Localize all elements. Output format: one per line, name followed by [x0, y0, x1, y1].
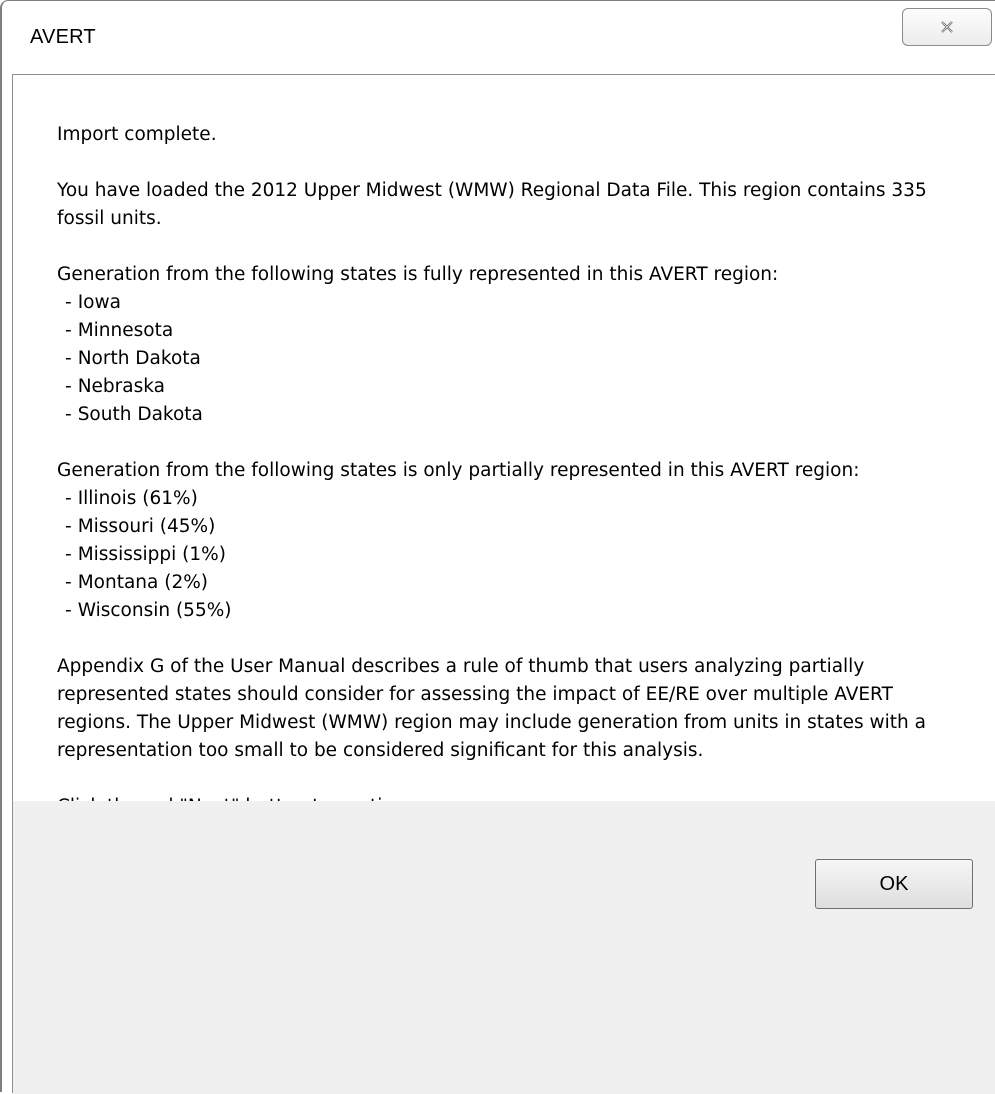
button-bar: OK	[13, 801, 995, 1094]
partial-states-heading: Generation from the following states is …	[57, 460, 860, 481]
title-bar[interactable]: AVERT	[4, 2, 995, 74]
list-item: - Illinois (61%)	[65, 488, 198, 509]
full-states-list: - Iowa - Minnesota - North Dakota - Nebraska…	[57, 289, 937, 429]
list-item: - North Dakota	[65, 348, 201, 369]
loaded-text: You have loaded the 2012 Upper Midwest (…	[57, 180, 927, 229]
window-title: AVERT	[30, 26, 96, 48]
list-item: - Montana (2%)	[65, 572, 209, 593]
list-item: - Iowa	[65, 292, 121, 313]
full-states-heading: Generation from the following states is …	[57, 264, 779, 285]
dialog-client-area: Import complete. You have loaded the 201…	[12, 74, 995, 1094]
list-item: - Minnesota	[65, 320, 174, 341]
close-button[interactable]	[902, 8, 992, 46]
status-text: Import complete.	[57, 124, 217, 145]
list-item: - South Dakota	[65, 404, 203, 425]
ok-button[interactable]: OK	[815, 859, 973, 909]
message-dialog: AVERT Import complete. You have loaded t…	[0, 0, 995, 1094]
list-item: - Nebraska	[65, 376, 165, 397]
appendix-text: Appendix G of the User Manual describes …	[57, 656, 926, 761]
partial-states-list: - Illinois (61%) - Missouri (45%) - Mississ…	[57, 485, 937, 625]
window-frame: AVERT Import complete. You have loaded t…	[0, 0, 995, 1094]
list-item: - Missouri (45%)	[65, 516, 216, 537]
list-item: - Mississippi (1%)	[65, 544, 226, 565]
list-item: - Wisconsin (55%)	[65, 600, 232, 621]
close-icon	[941, 21, 953, 33]
message-body: Import complete. You have loaded the 201…	[57, 121, 937, 849]
